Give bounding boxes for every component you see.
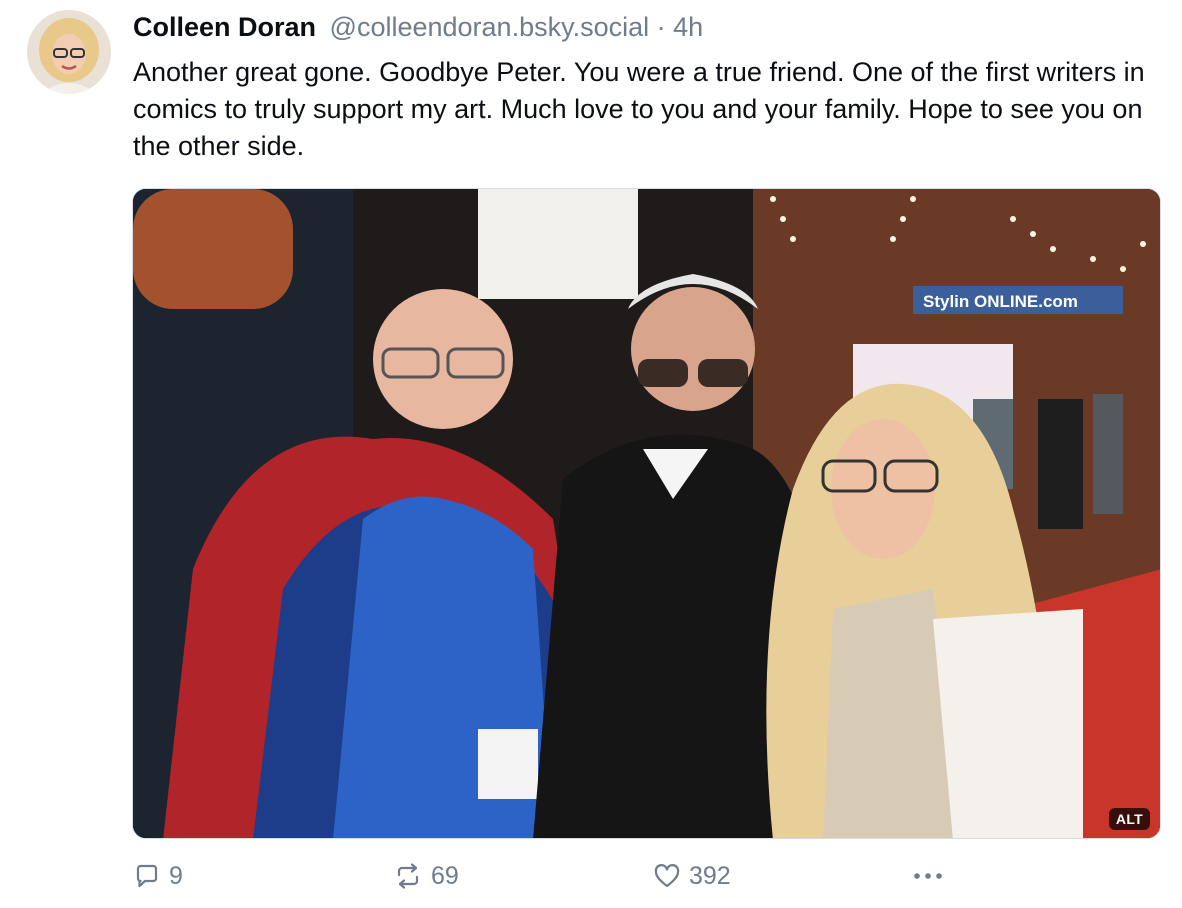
like-count: 392 (689, 861, 731, 890)
reply-button[interactable]: 9 (133, 856, 183, 896)
author-avatar[interactable] (27, 10, 111, 94)
post-image[interactable]: Stylin ONLINE.com ALT (132, 188, 1161, 839)
alt-text-badge[interactable]: ALT (1108, 808, 1150, 830)
heart-icon (653, 862, 681, 890)
avatar-image (27, 10, 111, 94)
post-text: Another great gone. Goodbye Peter. You w… (133, 57, 1145, 161)
post-timestamp[interactable]: 4h (673, 12, 703, 42)
reply-count: 9 (169, 861, 183, 890)
author-display-name[interactable]: Colleen Doran (133, 12, 316, 42)
post-header: Colleen Doran @colleendoran.bsky.social … (133, 8, 1163, 46)
repost-arrows-icon (393, 862, 423, 890)
post-actions: 9 69 392 (133, 856, 1133, 896)
header-separator: · (656, 12, 666, 42)
more-options-button[interactable] (911, 856, 945, 896)
speech-bubble-icon (133, 862, 161, 890)
photo-illustration: Stylin ONLINE.com (133, 189, 1160, 838)
repost-count: 69 (431, 861, 459, 890)
post-content: Colleen Doran @colleendoran.bsky.social … (133, 8, 1163, 165)
like-button[interactable]: 392 (653, 856, 731, 896)
ellipsis-icon (911, 862, 945, 890)
banner-text: Stylin ONLINE.com (923, 292, 1078, 311)
author-handle[interactable]: @colleendoran.bsky.social (330, 12, 650, 42)
post: Colleen Doran @colleendoran.bsky.social … (0, 0, 1182, 908)
repost-button[interactable]: 69 (393, 856, 459, 896)
